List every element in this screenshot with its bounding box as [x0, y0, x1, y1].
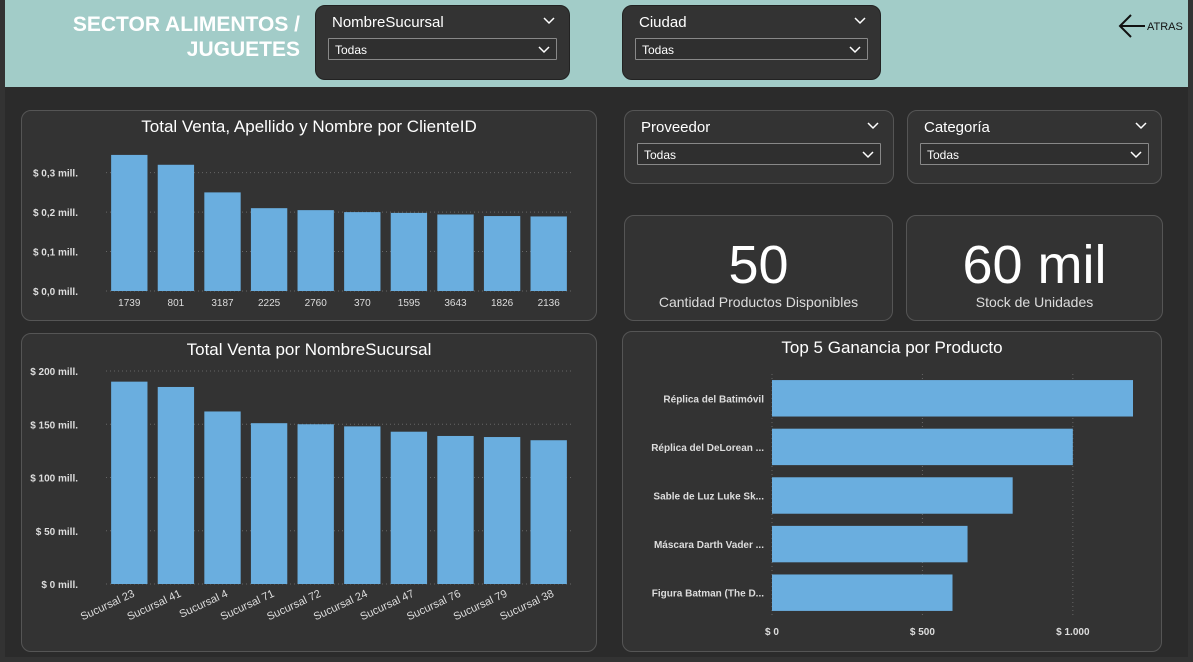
y-tick-label: $ 0,2 mill.: [33, 208, 78, 219]
kpi-label: Cantidad Productos Disponibles: [658, 294, 859, 310]
x-tick-label: $ 1.000: [1056, 627, 1090, 638]
bar: [157, 164, 195, 291]
header-bar: SECTOR ALIMENTOS / JUGUETES NombreSucurs…: [5, 0, 1188, 87]
bar: [772, 428, 1073, 466]
chevron-down-icon[interactable]: [1135, 119, 1147, 131]
bar: [250, 208, 288, 291]
y-tick-label: $ 200 mill.: [30, 367, 78, 378]
x-tick-label: 3643: [444, 298, 467, 309]
slicer-title: Proveedor: [641, 119, 711, 136]
bar: [772, 380, 1133, 417]
y-tick-label: Sable de Luz Luke Sk...: [653, 492, 764, 503]
slicer-dropdown[interactable]: Todas: [635, 38, 868, 60]
bar: [772, 477, 1013, 514]
slicer-nombre-sucursal[interactable]: NombreSucursal Todas: [315, 5, 570, 80]
slicer-title: Categoría: [924, 119, 990, 136]
bar: [344, 426, 381, 584]
y-tick-label: Réplica del DeLorean ...: [651, 443, 764, 454]
chevron-down-icon[interactable]: [854, 14, 866, 26]
bar: [483, 216, 521, 291]
kpi-card-stock: 60 mil Stock de Unidades: [906, 215, 1163, 321]
chevron-down-icon[interactable]: [1130, 148, 1142, 160]
chevron-down-icon[interactable]: [543, 14, 555, 26]
chevron-down-icon[interactable]: [862, 148, 874, 160]
bar: [390, 212, 428, 291]
bar: [530, 216, 567, 291]
x-tick-label: 3187: [211, 298, 234, 309]
back-button[interactable]: ATRAS: [1117, 11, 1187, 41]
page-title: SECTOR ALIMENTOS / JUGUETES: [35, 12, 300, 62]
kpi-card-productos: 50 Cantidad Productos Disponibles: [624, 215, 893, 321]
kpi-value: 50: [728, 235, 789, 295]
y-tick-label: Figura Batman (The D...: [652, 589, 764, 600]
bar: [204, 192, 241, 291]
page-title-line1: SECTOR ALIMENTOS /: [72, 13, 300, 36]
arrow-left-icon: [1118, 14, 1145, 38]
chart-card-venta-cliente: Total Venta, Apellido y Nombre por Clien…: [21, 110, 597, 321]
bar: [437, 214, 474, 291]
y-tick-label: $ 150 mill.: [30, 420, 78, 431]
chevron-down-icon[interactable]: [867, 119, 879, 131]
x-tick-label: 1739: [118, 298, 141, 309]
slicer-value: Todas: [927, 148, 960, 162]
y-tick-label: $ 50 mill.: [36, 527, 78, 538]
y-tick-label: $ 0,0 mill.: [33, 287, 78, 298]
kpi-label: Stock de Unidades: [975, 294, 1094, 310]
x-tick-label: 370: [354, 298, 371, 309]
x-tick-label: Sucursal 41: [125, 588, 183, 623]
slicer-value: Todas: [642, 43, 675, 57]
y-tick-label: Máscara Darth Vader ...: [654, 540, 764, 551]
slicer-proveedor[interactable]: Proveedor Todas: [624, 110, 894, 184]
chart-card-venta-sucursal: Total Venta por NombreSucursal $ 0 mill.…: [21, 333, 597, 652]
bar: [297, 424, 334, 584]
chart-card-top5-ganancia: Top 5 Ganancia por Producto $ 0 $ 500 $ 1.…: [622, 331, 1162, 652]
bar: [437, 435, 474, 584]
x-tick-label: 2225: [258, 298, 281, 309]
slicer-value: Todas: [644, 148, 677, 162]
slicer-dropdown[interactable]: Todas: [637, 143, 881, 165]
bar: [344, 212, 381, 291]
bar: [204, 411, 241, 584]
slicer-dropdown[interactable]: Todas: [328, 38, 557, 60]
y-tick-label: $ 0,3 mill.: [33, 169, 78, 180]
x-tick-label: $ 500: [910, 627, 935, 638]
chart-venta-sucursal: $ 0 mill. $ 50 mill. $ 100 mill. $ 150 mill…: [30, 367, 572, 623]
bar: [772, 525, 968, 563]
chart-venta-cliente: $ 0,0 mill. $ 0,1 mill. $ 0,2 mill. $ 0,3 m…: [33, 154, 572, 309]
slicer-value: Todas: [335, 43, 368, 57]
x-tick-label: 1595: [398, 298, 421, 309]
kpi-value: 60 mil: [962, 235, 1107, 295]
x-tick-label: Sucursal 38: [498, 588, 556, 623]
slicer-title: NombreSucursal: [332, 14, 444, 31]
y-tick-label: Réplica del Batimóvil: [663, 394, 764, 405]
bar: [111, 381, 148, 584]
bar: [157, 386, 195, 584]
page-title-line2: JUGUETES: [186, 38, 300, 61]
y-tick-label: $ 0,1 mill.: [33, 248, 78, 259]
bar: [111, 154, 148, 291]
chevron-down-icon[interactable]: [849, 43, 861, 55]
chevron-down-icon[interactable]: [538, 43, 550, 55]
back-label: ATRAS: [1147, 21, 1183, 33]
slicer-dropdown[interactable]: Todas: [920, 143, 1149, 165]
y-tick-label: $ 0 mill.: [41, 580, 78, 591]
chart-top5-ganancia: $ 0 $ 500 $ 1.000 Réplica del Batimóvil Répl…: [651, 374, 1133, 638]
x-tick-label: 2136: [538, 298, 561, 309]
bar: [390, 431, 428, 584]
x-tick-label: $ 0: [765, 627, 779, 638]
y-tick-label: $ 100 mill.: [30, 474, 78, 485]
bar: [483, 437, 521, 584]
slicer-categoria[interactable]: Categoría Todas: [907, 110, 1162, 184]
x-tick-label: 1826: [491, 298, 514, 309]
x-tick-label: 801: [168, 298, 185, 309]
x-tick-label: 2760: [305, 298, 328, 309]
bar: [772, 574, 953, 611]
bar: [530, 440, 567, 584]
bar: [297, 210, 334, 291]
bar: [250, 423, 288, 584]
slicer-title: Ciudad: [639, 14, 687, 31]
slicer-ciudad[interactable]: Ciudad Todas: [622, 5, 881, 80]
